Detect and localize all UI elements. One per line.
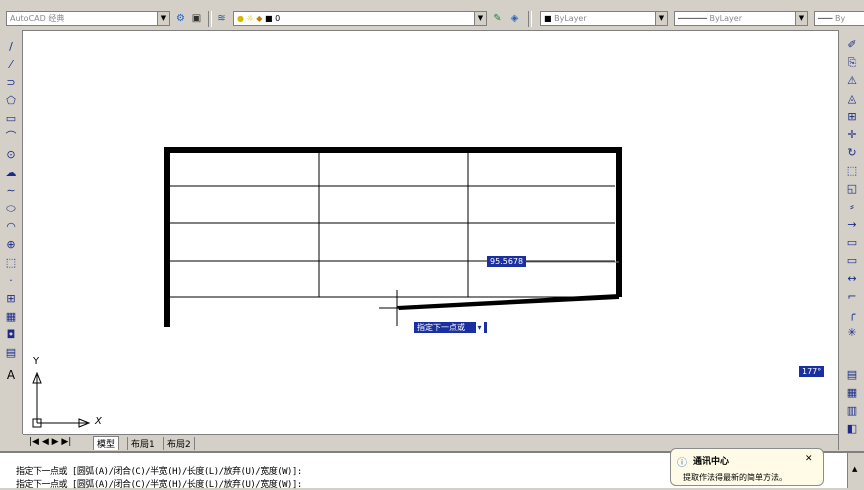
workspace-dropdown[interactable]: AutoCAD 经典 ▼ [6,11,170,26]
copy-icon[interactable]: ⎘ [845,56,859,70]
point-icon[interactable]: · [4,274,18,288]
tab-model[interactable]: 模型 [93,436,120,450]
dynamic-length-input[interactable]: 95.5678 [487,256,527,267]
chevron-down-icon: ▼ [655,12,667,25]
layer-color-icon: ■ [264,14,273,23]
circle-icon[interactable]: ⊙ [4,148,18,162]
revision-cloud-icon[interactable]: ☁ [4,166,18,180]
linetype-label: ByLayer [709,14,742,23]
rubber-band-segment [397,294,619,310]
join-icon[interactable]: ↔ [845,272,859,286]
toolbar-separator [208,11,212,27]
lock-icon: ◆ [256,14,263,23]
send-back-icon[interactable]: ▥ [845,404,859,418]
chevron-down-icon: ▼ [474,12,486,25]
toolbar-lock-icon[interactable]: ▣ [190,12,203,25]
layer-previous-icon[interactable]: ◈ [508,12,521,25]
polyline-icon[interactable]: ⊃ [4,76,18,90]
ellipse-icon[interactable]: ⬭ [4,202,18,216]
erase-icon[interactable]: ✐ [845,38,859,52]
fillet-icon[interactable]: ╭ [845,308,859,322]
dynamic-prompt-text: 指定下一点或 [417,323,465,332]
bubble-title: 通讯中心 [693,457,730,467]
layout-icon[interactable]: ◧ [845,422,859,436]
break-icon[interactable]: ▭ [845,254,859,268]
bubble-body[interactable]: 提取作法得最新的简单方法。 [683,472,787,483]
draw-toolbar: / ⁄ ⊃ ⬠ ▭ ⌒ ⊙ ☁ ∼ ⬭ ◠ ⊕ ⬚ · ⊞ ▦ ◘ ▤ A [0,30,23,434]
chevron-down-icon: ▼ [157,12,169,25]
draw-order-icon[interactable]: ▤ [845,368,859,382]
table-icon[interactable]: ▤ [4,346,18,360]
layer-manager-icon[interactable]: ≋ [215,12,228,25]
properties-toolbar: AutoCAD 经典 ▼ ⚙ ▣ ≋ ● ☼ ◆ ■ 0 ▼ ✎ ◈ ■ ByL… [0,8,864,31]
linetype-sample-icon: ────── [678,14,707,23]
dynamic-prompt: 指定下一点或 ▾ [414,322,487,333]
multiline-text-icon[interactable]: A [4,368,18,382]
modify-toolbar: ✐ ⎘ ⚠ ◬ ⊞ ✛ ↻ ⬚ ◱ ⸗ → ▭ ▭ ↔ ⌐ ╭ ✳ ▤ ▦ ▥ … [838,30,864,450]
make-block-icon[interactable]: ⬚ [4,256,18,270]
drawing-canvas[interactable]: Y X 95.5678 指定下一点或 ▾ 177° [23,31,838,434]
linetype-dropdown[interactable]: ────── ByLayer ▼ [674,11,808,26]
tab-layout2[interactable]: 布局2 [163,437,195,450]
tab-nav-buttons[interactable]: |◀ ◀ ▶ ▶| [29,437,71,447]
communication-center-bubble[interactable]: ⓘ 通讯中心 ✕ 提取作法得最新的简单方法。 [670,448,824,486]
hatch-icon[interactable]: ⊞ [4,292,18,306]
info-icon: ⓘ [677,458,687,469]
mirror-icon[interactable]: ⚠ [845,74,859,88]
layer-dropdown[interactable]: ● ☼ ◆ ■ 0 ▼ [233,11,487,26]
command-scrollbar[interactable]: ▲ [847,453,864,488]
chevron-down-icon: ▼ [795,12,807,25]
layer-name: 0 [275,14,281,23]
workspace-settings-icon[interactable]: ⚙ [174,12,187,25]
color-dropdown[interactable]: ■ ByLayer ▼ [540,11,668,26]
bring-front-icon[interactable]: ▦ [845,386,859,400]
ucs-x-label: X [95,416,102,427]
scroll-up-icon[interactable]: ▲ [852,465,857,473]
offset-icon[interactable]: ◬ [845,92,859,106]
command-prompt-line[interactable]: 指定下一点或 [圆弧(A)/闭合(C)/半宽(H)/长度(L)/放弃(U)/宽度… [16,477,302,490]
arc-icon[interactable]: ⌒ [4,130,18,144]
color-label: ByLayer [554,14,587,23]
color-swatch-icon: ■ [544,14,552,23]
chamfer-icon[interactable]: ⌐ [845,290,859,304]
dynamic-angle-input[interactable]: 177° [799,366,825,377]
line-icon[interactable]: / [4,40,18,54]
lineweight-sample-icon: ─── [818,14,833,23]
break-at-point-icon[interactable]: ▭ [845,236,859,250]
trim-icon[interactable]: ⸗ [845,200,859,214]
gradient-icon[interactable]: ▦ [4,310,18,324]
polygon-icon[interactable]: ⬠ [4,94,18,108]
ellipse-arc-icon[interactable]: ◠ [4,220,18,234]
region-icon[interactable]: ◘ [4,328,18,342]
command-history-line: 指定下一点或 [圆弧(A)/闭合(C)/半宽(H)/长度(L)/放弃(U)/宽度… [16,467,302,477]
construction-line-icon[interactable]: ⁄ [4,58,18,72]
lineweight-dropdown[interactable]: ─── By [814,11,864,26]
workspace-label: AutoCAD 经典 [10,14,65,23]
close-icon[interactable]: ✕ [805,454,813,464]
rotate-icon[interactable]: ↻ [845,146,859,160]
sun-icon: ☼ [246,14,254,23]
stretch-icon[interactable]: ◱ [845,182,859,196]
make-current-layer-icon[interactable]: ✎ [491,12,504,25]
scale-icon[interactable]: ⬚ [845,164,859,178]
rectangle-icon[interactable]: ▭ [4,112,18,126]
extend-icon[interactable]: → [845,218,859,232]
tab-layout1[interactable]: 布局1 [127,437,158,450]
array-icon[interactable]: ⊞ [845,110,859,124]
toolbar-separator [528,11,532,27]
explode-icon[interactable]: ✳ [845,326,859,340]
insert-block-icon[interactable]: ⊕ [4,238,18,252]
lineweight-label: By [835,14,846,23]
move-icon[interactable]: ✛ [845,128,859,142]
light-bulb-icon: ● [237,14,244,23]
dynamic-prompt-options-icon[interactable]: ▾ [475,322,484,333]
ucs-y-label: Y [33,356,40,367]
spline-icon[interactable]: ∼ [4,184,18,198]
drawing-svg [32,147,622,428]
